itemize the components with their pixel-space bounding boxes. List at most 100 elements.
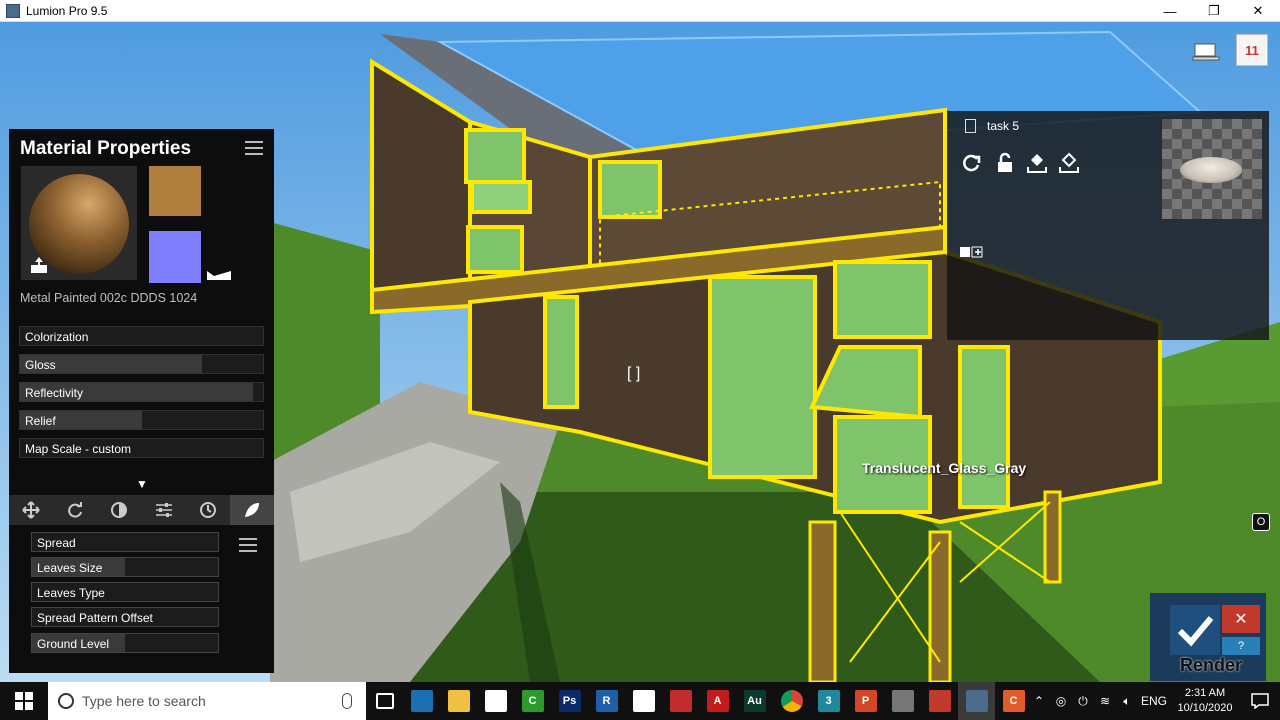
taskbar-app-powerpoint[interactable]: P — [847, 682, 884, 720]
taskbar-app-camtasia-rec[interactable]: C — [995, 682, 1032, 720]
taskbar-app-notepad[interactable] — [477, 682, 514, 720]
spread-pattern-offset-slider[interactable]: Spread Pattern Offset — [31, 607, 219, 627]
sketchup-icon — [410, 690, 433, 712]
sync-icon[interactable]: ◎ — [1050, 682, 1072, 720]
restore-button[interactable]: ❐ — [1192, 0, 1236, 22]
sketchup-red-icon — [669, 690, 692, 712]
document-icon — [965, 119, 976, 133]
minimize-button[interactable]: — — [1148, 0, 1192, 22]
gloss-slider[interactable]: Gloss — [19, 354, 264, 374]
taskbar-app-sketchup[interactable] — [403, 682, 440, 720]
clock-date: 10/10/2020 — [1177, 702, 1233, 714]
cancel-button[interactable]: ✕ — [1222, 605, 1260, 633]
taskbar-app-sketchup-red[interactable] — [662, 682, 699, 720]
ground-level-slider[interactable]: Ground Level — [31, 633, 219, 653]
taskbar-app-3dsmax[interactable]: 3 — [810, 682, 847, 720]
leaves-menu-icon[interactable] — [239, 538, 257, 552]
taskbar-app-autocad[interactable]: A — [699, 682, 736, 720]
wifi-icon[interactable]: ≋ — [1094, 682, 1116, 720]
leaves-icon[interactable] — [229, 495, 275, 525]
davinci-icon — [928, 690, 951, 712]
taskbar-app-davinci[interactable] — [921, 682, 958, 720]
move-icon[interactable] — [9, 495, 53, 525]
panel-menu-icon[interactable] — [245, 141, 263, 155]
normal-map-swatch[interactable] — [149, 231, 201, 283]
render-label: Render — [1180, 655, 1243, 675]
material-properties-panel: Material Properties Metal Painted 002c D… — [9, 129, 275, 673]
taskbar-app-task-view[interactable] — [366, 682, 403, 720]
clock-time: 2:31 AM — [1184, 687, 1226, 699]
power-icon[interactable]: ⏻ — [1072, 682, 1094, 720]
render-confirm-panel: ✕ ? Render — [1150, 593, 1266, 681]
taskbar-app-lumion[interactable] — [958, 682, 995, 720]
material-hover-label: Translucent_Glass_Gray — [862, 460, 1027, 476]
import-model-icon[interactable] — [1025, 151, 1049, 175]
material-effects-toolbar — [9, 495, 275, 525]
photoshop-icon: Ps — [558, 690, 581, 712]
search-placeholder: Type here to search — [82, 693, 206, 709]
export-model-icon[interactable] — [1057, 151, 1081, 175]
clock-icon[interactable] — [186, 495, 230, 525]
focus-target-icon: [ ] — [627, 365, 641, 382]
screen-mode-icon[interactable] — [1192, 40, 1220, 62]
notification-center-icon[interactable] — [1240, 682, 1280, 720]
notepad-icon — [484, 690, 507, 712]
material-name: Metal Painted 002c DDDS 1024 — [20, 291, 198, 305]
taskbar-app-camtasia[interactable]: C — [514, 682, 551, 720]
quality-stars-button[interactable]: 11 — [1236, 34, 1268, 66]
microphone-icon[interactable] — [342, 693, 352, 709]
start-button[interactable] — [0, 682, 48, 720]
taskbar-app-chrome[interactable] — [773, 682, 810, 720]
taskbar-app-revit[interactable]: R — [588, 682, 625, 720]
spread-slider[interactable]: Spread — [31, 532, 219, 552]
settings-icon[interactable] — [142, 495, 186, 525]
refresh-icon[interactable] — [959, 151, 983, 175]
weathering-icon[interactable] — [97, 495, 141, 525]
camtasia-icon: C — [521, 690, 544, 712]
lumion-app-icon — [6, 3, 20, 18]
chevron-up-icon[interactable]: ⌃ — [1028, 682, 1050, 720]
reflectivity-slider[interactable]: Reflectivity — [19, 382, 264, 402]
help-button[interactable]: ? — [1222, 637, 1260, 655]
expand-arrow-icon[interactable]: ▼ — [136, 477, 148, 491]
windows-logo-icon — [15, 692, 33, 710]
close-button[interactable]: ✕ — [1236, 0, 1280, 22]
task-panel-lower — [947, 229, 1269, 340]
layer-toggle-icon[interactable] — [959, 245, 983, 259]
task-view-icon — [375, 693, 394, 709]
color-map-swatch[interactable] — [149, 166, 201, 216]
taskbar-app-photoshop[interactable]: Ps — [551, 682, 588, 720]
rotate-icon[interactable] — [53, 495, 97, 525]
pinned-apps: C Ps R A Au 3 P C — [366, 682, 1032, 720]
taskbar-app-lumion-planet[interactable] — [884, 682, 921, 720]
unlock-icon[interactable] — [993, 151, 1017, 175]
taskbar-search[interactable]: Type here to search — [48, 682, 366, 720]
volume-icon[interactable]: 🔈︎ — [1116, 682, 1138, 720]
upload-icon[interactable] — [30, 256, 48, 274]
material-preview[interactable] — [21, 166, 137, 280]
window-controls: — ❐ ✕ — [1148, 0, 1280, 22]
taskbar-app-audition[interactable]: Au — [736, 682, 773, 720]
model-thumbnail — [1162, 119, 1262, 219]
checkmark-icon — [1177, 616, 1214, 647]
audition-icon: Au — [743, 690, 766, 712]
relief-slider[interactable]: Relief — [19, 410, 264, 430]
window-titlebar: Lumion Pro 9.5 — ❐ ✕ — [0, 0, 1280, 22]
3dsmax-icon: 3 — [817, 690, 840, 712]
confirm-button[interactable] — [1170, 605, 1220, 655]
taskbar-app-file-explorer[interactable] — [440, 682, 477, 720]
taskbar-app-store[interactable] — [625, 682, 662, 720]
leaves-size-slider[interactable]: Leaves Size — [31, 557, 219, 577]
system-tray: ⌃ ◎ ⏻ ≋ 🔈︎ ENG 2:31 AM 10/10/2020 — [1028, 682, 1280, 720]
autocad-icon: A — [706, 690, 729, 712]
orthographic-toggle-button[interactable]: O — [1252, 513, 1270, 531]
map-scale-slider[interactable]: Map Scale - custom — [19, 438, 264, 458]
leaves-type-slider[interactable]: Leaves Type — [31, 582, 219, 602]
language-indicator[interactable]: ENG — [1138, 682, 1170, 720]
clock[interactable]: 2:31 AM 10/10/2020 — [1170, 686, 1240, 716]
colorization-slider[interactable]: Colorization — [19, 326, 264, 346]
normal-map-icon[interactable] — [206, 267, 232, 281]
camtasia-rec-icon: C — [1002, 690, 1025, 712]
lumion-planet-icon — [891, 690, 914, 712]
store-icon — [632, 690, 655, 712]
